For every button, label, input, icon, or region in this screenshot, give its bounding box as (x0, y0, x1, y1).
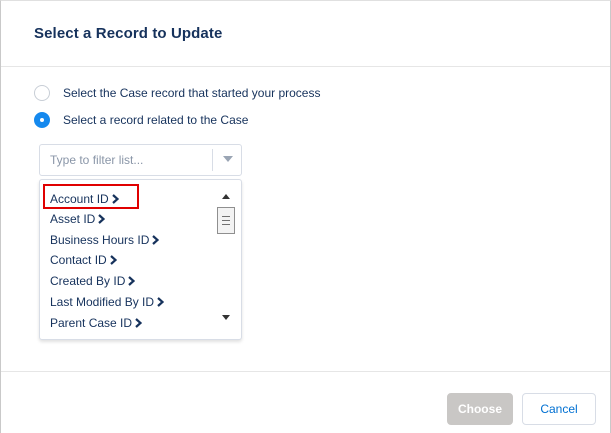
dialog-title: Select a Record to Update (34, 25, 223, 42)
list-item-label: Parent Case ID (50, 315, 133, 330)
scroll-thumb[interactable] (217, 207, 235, 234)
grip-line (222, 216, 230, 217)
choose-button[interactable]: Choose (447, 393, 513, 425)
select-record-dialog: Select a Record to Update Select the Cas… (0, 0, 611, 433)
option-case-record[interactable]: Select the Case record that started your… (34, 84, 320, 102)
list-item-business-hours-id[interactable]: Business Hours ID (50, 231, 160, 248)
list-item-label: Asset ID (50, 211, 96, 226)
dialog-footer: Choose Cancel (1, 371, 610, 433)
list-item-contact-id[interactable]: Contact ID (50, 251, 117, 268)
list-item-label: Created By ID (50, 273, 126, 288)
cancel-button[interactable]: Cancel (522, 393, 596, 425)
listbox-scrollbar[interactable] (216, 184, 236, 334)
list-item-created-by-id[interactable]: Created By ID (50, 272, 136, 289)
record-listbox[interactable]: Account ID Asset ID Business Hours ID Co… (39, 179, 242, 340)
scroll-down-icon[interactable] (222, 315, 230, 320)
dialog-header: Select a Record to Update (1, 1, 610, 67)
grip-line (222, 224, 230, 225)
scroll-up-icon[interactable] (222, 194, 230, 199)
radio-related-record[interactable] (34, 112, 50, 128)
list-item-last-modified-by-id[interactable]: Last Modified By ID (50, 293, 165, 310)
list-item-label: Last Modified By ID (50, 294, 155, 309)
filter-combobox[interactable] (39, 144, 242, 176)
chevron-right-icon (98, 213, 106, 224)
chevron-down-icon[interactable] (223, 156, 233, 162)
list-item-asset-id[interactable]: Asset ID (50, 210, 106, 227)
option-related-record-label: Select a record related to the Case (63, 113, 249, 127)
option-case-record-label: Select the Case record that started your… (63, 86, 321, 100)
filter-input[interactable] (40, 145, 210, 175)
highlight-box (43, 184, 139, 209)
option-related-record[interactable]: Select a record related to the Case (34, 111, 248, 129)
grip-line (222, 220, 230, 221)
filter-divider (212, 149, 213, 171)
list-item-label: Business Hours ID (50, 232, 150, 247)
chevron-right-icon (109, 254, 117, 265)
radio-case-record[interactable] (34, 85, 50, 101)
chevron-right-icon (128, 275, 136, 286)
list-item-label: Contact ID (50, 252, 107, 267)
chevron-right-icon (157, 296, 165, 307)
chevron-right-icon (152, 234, 160, 245)
chevron-right-icon (135, 317, 143, 328)
list-item-parent-case-id[interactable]: Parent Case ID (50, 314, 143, 331)
